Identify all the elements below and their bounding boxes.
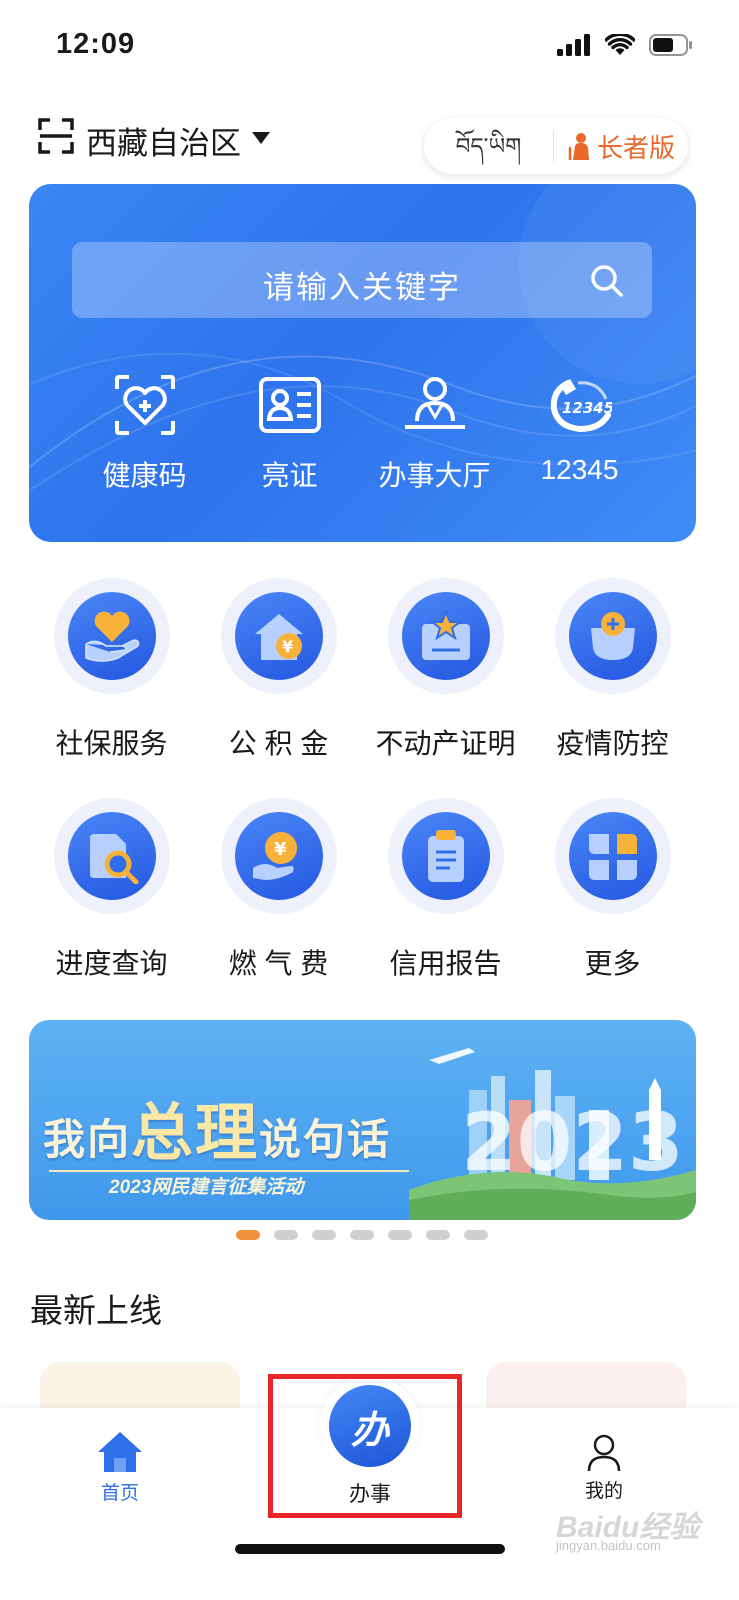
watermark-url: jingyan.baidu.com xyxy=(556,1538,661,1553)
service-label: 信用报告 xyxy=(389,948,502,979)
svg-text:¥: ¥ xyxy=(282,637,293,656)
promo-banner[interactable]: 我向总理说句话 2023网民建言征集活动 2023 xyxy=(29,1020,696,1220)
banner-illustration: 2023 xyxy=(409,1048,696,1220)
service-label: 燃 气 费 xyxy=(228,948,329,979)
service-label: 更多 xyxy=(584,948,641,979)
carousel-dot[interactable] xyxy=(350,1230,374,1240)
service-housing-fund[interactable]: ¥ 公 积 金 xyxy=(195,578,362,798)
highlight-annotation xyxy=(268,1374,462,1518)
latest-section-title: 最新上线 xyxy=(30,1292,162,1329)
real-estate-certificate-icon xyxy=(421,609,470,660)
banner-title-pre: 我向 xyxy=(43,1116,132,1163)
epidemic-control-icon xyxy=(590,612,635,660)
carousel-dot[interactable] xyxy=(236,1230,260,1240)
carousel-indicator[interactable] xyxy=(236,1230,488,1240)
id-card-icon xyxy=(258,377,321,433)
tab-mine[interactable]: 我的 xyxy=(574,1434,634,1503)
gas-fee-icon: ¥ xyxy=(252,832,297,880)
service-gas-fee[interactable]: ¥ 燃 气 费 xyxy=(195,798,362,1018)
credit-report-icon xyxy=(427,830,464,882)
status-time: 12:09 xyxy=(56,28,136,60)
carousel-dot[interactable] xyxy=(388,1230,412,1240)
cellular-signal-icon xyxy=(557,34,590,56)
service-label: 公 积 金 xyxy=(228,728,329,759)
social-security-icon xyxy=(84,611,139,662)
caret-down-icon[interactable] xyxy=(252,132,270,144)
banner-title: 我向总理说句话 xyxy=(43,1082,391,1172)
banner-art-year: 2023 xyxy=(461,1096,684,1189)
quick-service-hall[interactable]: 办事大厅 xyxy=(362,370,507,494)
quick-label: 办事大厅 xyxy=(378,460,491,491)
svg-text:¥: ¥ xyxy=(274,839,287,860)
service-label: 社保服务 xyxy=(55,728,168,759)
elder-person-icon xyxy=(568,133,589,160)
more-icon xyxy=(588,834,637,880)
hotline-12345-icon: 12345 xyxy=(550,379,612,433)
status-icons xyxy=(557,34,693,56)
service-label: 进度查询 xyxy=(55,948,168,979)
quick-label: 亮证 xyxy=(261,460,318,491)
service-hall-icon xyxy=(404,377,465,429)
quick-label: 健康码 xyxy=(102,460,187,491)
hero-card: 请输入关键字 健康码 亮证 办事大厅 12345 12345 xyxy=(29,184,696,542)
quick-hotline-12345[interactable]: 12345 12345 xyxy=(507,370,652,494)
banner-title-big: 总理 xyxy=(131,1099,260,1168)
carousel-dot[interactable] xyxy=(464,1230,488,1240)
battery-icon xyxy=(649,34,692,56)
home-indicator[interactable] xyxy=(235,1544,505,1554)
service-real-estate[interactable]: 不动产证明 xyxy=(362,578,529,798)
language-mode-switch: བོད་ཡིག 长者版 xyxy=(424,118,688,174)
tibetan-language-button[interactable]: བོད་ཡིག xyxy=(424,130,554,162)
search-placeholder: 请输入关键字 xyxy=(263,270,461,305)
service-social-security[interactable]: 社保服务 xyxy=(28,578,195,798)
carousel-dot[interactable] xyxy=(426,1230,450,1240)
banner-subtitle: 2023网民建言征集活动 xyxy=(109,1177,304,1198)
elder-mode-button[interactable]: 长者版 xyxy=(554,128,688,165)
quick-id-card[interactable]: 亮证 xyxy=(217,370,362,494)
hotline-icon-number: 12345 xyxy=(562,399,612,417)
quick-label: 12345 xyxy=(540,454,619,485)
tab-home[interactable]: 首页 xyxy=(90,1430,150,1505)
header: 西藏自治区 བོད་ཡིག 长者版 xyxy=(0,104,739,174)
service-label: 疫情防控 xyxy=(556,728,669,759)
latest-card-left[interactable] xyxy=(40,1362,240,1408)
housing-fund-icon: ¥ xyxy=(254,614,303,660)
elder-mode-label: 长者版 xyxy=(596,132,675,163)
service-progress-query[interactable]: 进度查询 xyxy=(28,798,195,1018)
service-label: 不动产证明 xyxy=(375,728,516,759)
carousel-dot[interactable] xyxy=(312,1230,336,1240)
progress-query-icon xyxy=(89,834,138,884)
carousel-dot[interactable] xyxy=(274,1230,298,1240)
region-selector[interactable]: 西藏自治区 xyxy=(86,118,241,163)
search-input[interactable]: 请输入关键字 xyxy=(72,242,652,318)
search-icon[interactable] xyxy=(590,264,624,298)
latest-card-right[interactable] xyxy=(486,1362,686,1408)
quick-actions: 健康码 亮证 办事大厅 12345 12345 xyxy=(29,370,696,494)
service-grid: 社保服务 ¥ 公 积 金 不动产证明 疫情防控 进度查询 ¥ 燃 气 费 信用报… xyxy=(28,578,710,1018)
quick-health-code[interactable]: 健康码 xyxy=(72,370,217,494)
home-icon xyxy=(98,1432,142,1472)
user-icon xyxy=(587,1434,621,1472)
banner-title-post: 说句话 xyxy=(259,1116,392,1163)
service-more[interactable]: 更多 xyxy=(529,798,696,1018)
tab-label: 我的 xyxy=(584,1481,623,1502)
service-credit-report[interactable]: 信用报告 xyxy=(362,798,529,1018)
tab-label: 首页 xyxy=(100,1483,139,1504)
service-epidemic-control[interactable]: 疫情防控 xyxy=(529,578,696,798)
health-code-icon xyxy=(114,375,175,435)
scan-icon[interactable] xyxy=(38,118,74,154)
wifi-icon xyxy=(605,34,635,55)
status-bar: 12:09 xyxy=(0,0,739,92)
